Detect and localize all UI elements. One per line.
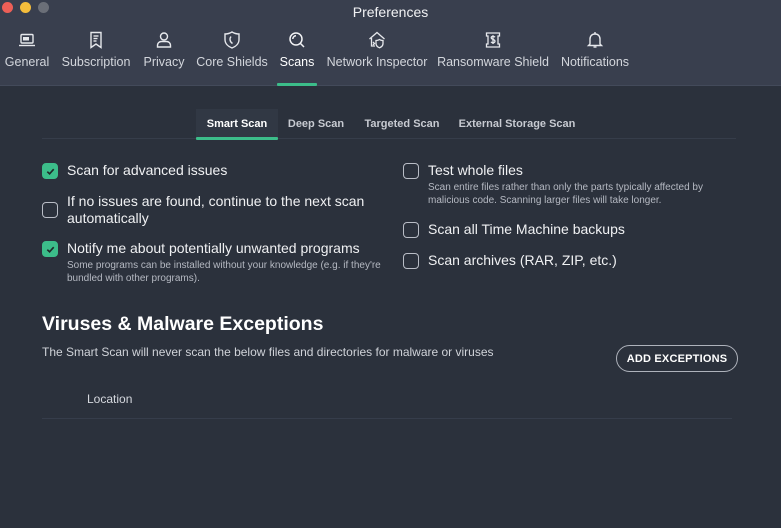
option-time-machine: Scan all Time Machine backups — [403, 221, 723, 238]
option-scan-advanced-issues: Scan for advanced issues — [42, 162, 382, 179]
laptop-icon — [19, 33, 35, 47]
continue-next-scan-checkbox[interactable] — [42, 202, 58, 218]
option-description: Some programs can be installed without y… — [67, 260, 381, 284]
test-whole-files-checkbox[interactable] — [403, 163, 419, 179]
nav-tab-ransomware-shield[interactable]: Ransomware Shield — [437, 30, 549, 86]
nav-tab-label: Ransomware Shield — [437, 55, 549, 69]
checkmark-icon — [46, 168, 54, 175]
option-description: Scan entire files rather than only the p… — [428, 182, 703, 206]
magnifier-icon — [289, 32, 305, 48]
nav-tab-label: Subscription — [61, 55, 131, 69]
window-title: Preferences — [352, 4, 429, 20]
nav-tab-label: General — [4, 55, 50, 69]
subtab-targeted-scan[interactable]: Targeted Scan — [360, 109, 444, 139]
notify-pup-checkbox[interactable] — [42, 241, 58, 257]
receipt-bookmark-icon — [90, 31, 102, 49]
nav-tab-label: Notifications — [560, 55, 630, 69]
nav-tab-general[interactable]: General — [4, 30, 50, 86]
option-label: Notify me about potentially unwanted pro… — [67, 240, 360, 256]
nav-tab-subscription[interactable]: Subscription — [62, 30, 130, 86]
nav-tab-core-shields[interactable]: Core Shields — [196, 30, 268, 86]
nav-tab-label: Core Shields — [196, 55, 268, 69]
subtab-smart-scan[interactable]: Smart Scan — [196, 109, 278, 140]
checkmark-icon — [46, 246, 54, 253]
option-label: Scan archives (RAR, ZIP, etc.) — [428, 252, 617, 268]
nav-tab-label: Network Inspector — [326, 55, 428, 69]
home-network-shield-icon — [369, 31, 385, 49]
exceptions-description: The Smart Scan will never scan the below… — [42, 345, 494, 359]
nav-tab-notifications[interactable]: Notifications — [560, 30, 630, 86]
option-label: Scan all Time Machine backups — [428, 221, 625, 237]
nav-tab-privacy[interactable]: Privacy — [143, 30, 185, 86]
nav-tab-network-inspector[interactable]: Network Inspector — [326, 30, 428, 86]
option-label: If no issues are found, continue to the … — [67, 193, 365, 226]
option-label: Scan for advanced issues — [67, 162, 228, 178]
bell-icon — [586, 32, 604, 48]
column-header-location[interactable]: Location — [87, 392, 132, 406]
table-divider — [42, 418, 732, 419]
add-exceptions-button[interactable]: ADD EXCEPTIONS — [616, 345, 738, 372]
subtab-external-storage-scan[interactable]: External Storage Scan — [456, 109, 578, 139]
preferences-nav: General Subscription Privacy Core Shield… — [0, 30, 781, 86]
option-scan-archives: Scan archives (RAR, ZIP, etc.) — [403, 252, 723, 269]
title-bar: Preferences General Subscription Privacy… — [0, 0, 781, 86]
option-notify-pup: Notify me about potentially unwanted pro… — [42, 240, 392, 285]
scan-type-tabs: Smart Scan Deep Scan Targeted Scan Exter… — [42, 109, 736, 140]
scan-advanced-issues-checkbox[interactable] — [42, 163, 58, 179]
shield-icon — [224, 31, 240, 49]
subtab-deep-scan[interactable]: Deep Scan — [282, 109, 350, 139]
nav-tab-scans[interactable]: Scans — [278, 30, 316, 86]
exceptions-title: Viruses & Malware Exceptions — [42, 313, 324, 335]
user-icon — [156, 32, 172, 48]
option-test-whole-files: Test whole files Scan entire files rathe… — [403, 162, 723, 207]
time-machine-checkbox[interactable] — [403, 222, 419, 238]
nav-tab-label: Scans — [279, 55, 315, 69]
dollar-file-icon — [485, 32, 501, 48]
option-label: Test whole files — [428, 162, 523, 178]
option-continue-next-scan: If no issues are found, continue to the … — [42, 193, 382, 227]
scan-archives-checkbox[interactable] — [403, 253, 419, 269]
nav-tab-label: Privacy — [143, 55, 185, 69]
